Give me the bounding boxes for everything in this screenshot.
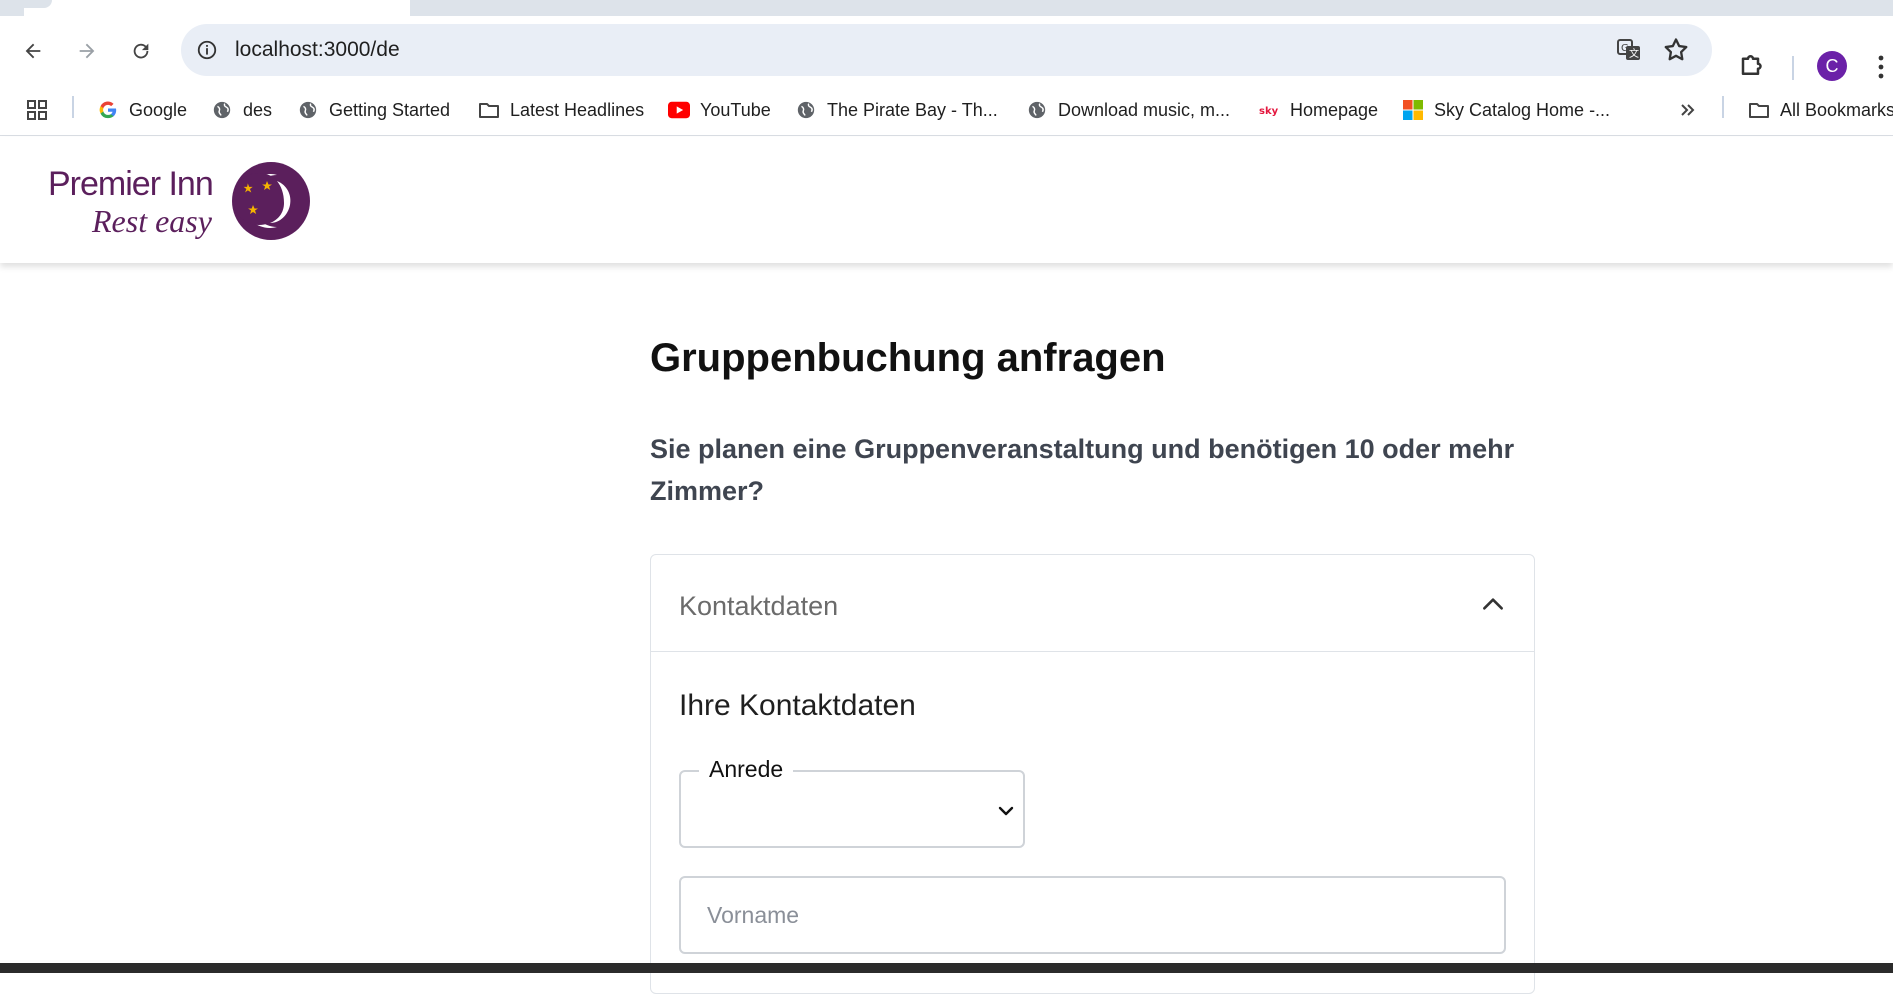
back-arrow-icon	[25, 43, 41, 59]
bookmark-homepage[interactable]: sky Homepage	[1258, 94, 1378, 126]
first-name-field[interactable]	[679, 876, 1506, 954]
globe-icon	[211, 99, 233, 121]
browser-toolbar: localhost:3000/de G文 C	[0, 16, 1893, 84]
accordion-header[interactable]: Kontaktdaten	[651, 555, 1534, 652]
folder-icon	[478, 99, 500, 121]
bookmark-google[interactable]: Google	[97, 94, 187, 126]
youtube-icon	[668, 99, 690, 121]
bookmarks-divider	[1722, 96, 1724, 118]
bookmark-label: Sky Catalog Home -...	[1434, 99, 1611, 120]
bookmark-label: The Pirate Bay - Th...	[827, 99, 998, 120]
folder-icon	[1748, 99, 1770, 121]
toolbar-divider	[1792, 56, 1794, 80]
bookmark-star-icon[interactable]	[1662, 36, 1690, 64]
chevron-up-icon[interactable]	[1480, 591, 1506, 617]
globe-icon	[795, 99, 817, 121]
page-title: Gruppenbuchung anfragen	[650, 336, 1166, 380]
bookmarks-bar: Google des Getting Started Latest Headli…	[0, 84, 1893, 136]
moon-stars-icon	[232, 162, 310, 240]
all-bookmarks-label: All Bookmarks	[1780, 99, 1893, 120]
salutation-label: Anrede	[699, 756, 794, 783]
taskbar-edge	[0, 963, 1893, 973]
microsoft-icon	[1402, 99, 1424, 121]
profile-avatar[interactable]: C	[1817, 51, 1847, 81]
url-text[interactable]: localhost:3000/de	[235, 38, 400, 62]
globe-icon	[297, 99, 319, 121]
bookmarks-divider	[72, 96, 74, 118]
extensions-puzzle-icon[interactable]	[1738, 50, 1768, 80]
bookmark-getting-started[interactable]: Getting Started	[297, 94, 450, 126]
back-button[interactable]	[16, 34, 50, 68]
accordion-label: Kontaktdaten	[679, 591, 839, 621]
site-header: Premier Inn Rest easy	[0, 137, 1893, 263]
forward-arrow-icon	[79, 43, 95, 59]
google-icon	[97, 99, 119, 121]
intro-question: Sie planen eine Gruppenveranstaltung und…	[650, 434, 1515, 506]
bookmark-sky-catalog[interactable]: Sky Catalog Home -...	[1402, 94, 1610, 126]
forward-button[interactable]	[70, 34, 104, 68]
bookmark-label: Getting Started	[329, 99, 451, 120]
contact-accordion: Kontaktdaten Ihre Kontaktdaten Anrede	[650, 554, 1535, 994]
chevron-down-icon	[998, 806, 1014, 816]
logo-tagline-text: Rest easy	[92, 203, 212, 239]
bookmark-label: Homepage	[1290, 99, 1379, 120]
all-bookmarks-button[interactable]: All Bookmarks	[1748, 94, 1893, 126]
bookmark-youtube[interactable]: YouTube	[668, 94, 771, 126]
svg-text:文: 文	[1629, 47, 1639, 60]
active-tab[interactable]	[24, 0, 410, 16]
bookmark-pirate-bay[interactable]: The Pirate Bay - Th...	[795, 94, 998, 126]
bookmark-label: Google	[129, 99, 188, 120]
more-bookmarks-chevron-icon[interactable]	[1678, 94, 1698, 126]
bookmark-download-music[interactable]: Download music, m...	[1026, 94, 1230, 126]
bookmark-label: Download music, m...	[1058, 99, 1231, 120]
reload-button[interactable]	[124, 34, 158, 68]
first-name-input[interactable]	[681, 878, 1504, 952]
globe-icon	[1026, 99, 1048, 121]
bookmark-des[interactable]: des	[211, 94, 272, 126]
site-info-icon[interactable]	[193, 36, 221, 64]
bookmark-latest-headlines[interactable]: Latest Headlines	[478, 94, 644, 126]
address-bar[interactable]: localhost:3000/de G文	[181, 24, 1712, 76]
svg-text:sky: sky	[1259, 106, 1279, 117]
premier-inn-logo[interactable]: Premier Inn Rest easy	[48, 159, 313, 245]
salutation-select[interactable]: Anrede	[679, 756, 1025, 848]
bookmark-label: Latest Headlines	[510, 99, 645, 120]
bookmark-label: des	[243, 99, 273, 120]
bookmark-label: YouTube	[700, 99, 771, 120]
sky-icon: sky	[1258, 99, 1280, 121]
translate-icon[interactable]: G文	[1616, 37, 1642, 63]
logo-brand-text: Premier Inn	[48, 165, 214, 203]
kebab-menu-icon[interactable]	[1876, 54, 1886, 80]
tab-edge	[0, 0, 52, 8]
section-title: Ihre Kontaktdaten	[679, 689, 916, 722]
apps-grid-icon[interactable]	[26, 94, 58, 126]
reload-icon	[133, 43, 149, 59]
tab-strip	[0, 0, 1893, 16]
